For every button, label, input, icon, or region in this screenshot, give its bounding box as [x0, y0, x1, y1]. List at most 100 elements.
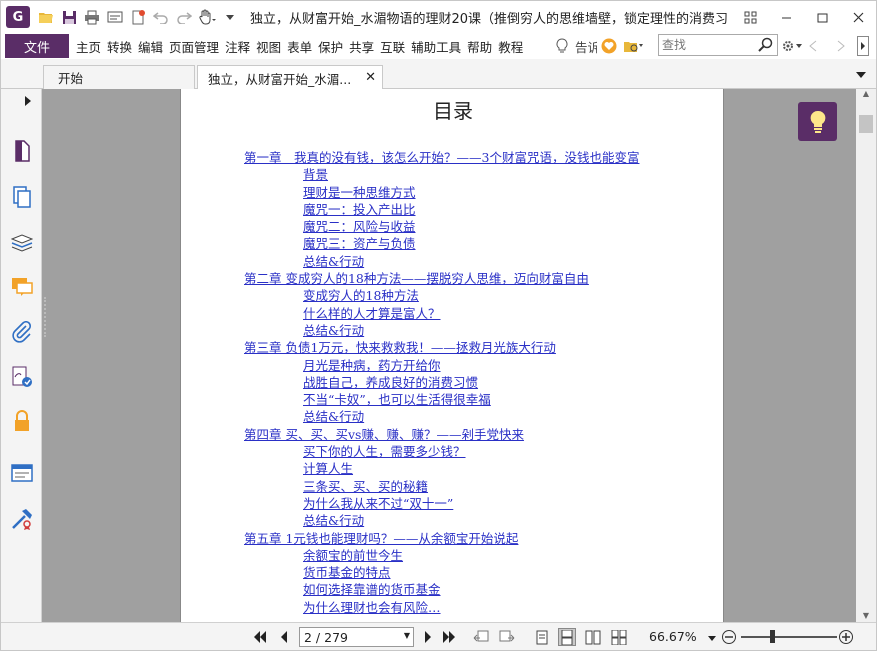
menu-form[interactable]: 表单 — [284, 37, 315, 56]
tab-document[interactable]: 独立，从财富开始_水湄... ✕ — [197, 65, 383, 90]
single-page-view-icon[interactable] — [533, 628, 551, 646]
ribbon-scroll-right-icon[interactable] — [857, 36, 869, 56]
last-page-icon[interactable] — [441, 629, 457, 645]
search-field[interactable] — [658, 34, 778, 56]
tab-list-dropdown-icon[interactable] — [856, 68, 866, 82]
toc-section-link[interactable]: 背景 — [244, 166, 664, 183]
toc-section-link[interactable]: 变成穷人的18种方法 — [244, 287, 664, 304]
toc-chapter-link[interactable]: 第五章 1元钱也能理财吗？——从余额宝开始说起 — [244, 530, 664, 547]
toc-section-link[interactable]: 买下你的人生，需要多少钱？ — [244, 443, 664, 460]
toc-section-link[interactable]: 总结&行动 — [244, 253, 664, 270]
menu-share[interactable]: 共享 — [346, 37, 377, 56]
menu-edit[interactable]: 编辑 — [135, 37, 166, 56]
expand-panel-icon[interactable] — [25, 95, 31, 109]
zoom-level[interactable]: 66.67% — [649, 629, 697, 644]
attachments-icon[interactable] — [10, 320, 34, 344]
menu-comment[interactable]: 注释 — [222, 37, 253, 56]
zoom-in-icon[interactable] — [838, 629, 854, 648]
toc-section-link[interactable]: 余额宝的前世今生 — [244, 547, 664, 564]
menu-home[interactable]: 主页 — [73, 37, 104, 56]
ribbon-layout-icon[interactable] — [732, 1, 768, 33]
toc-section-link[interactable]: 战胜自己，养成良好的消费习惯 — [244, 374, 664, 391]
app-logo-icon[interactable]: G — [6, 6, 30, 28]
layers-icon[interactable] — [10, 231, 34, 255]
page-number-value[interactable]: 2 / 279 — [304, 630, 348, 645]
document-viewport[interactable]: 目录 第一章 我真的没有钱，该怎么开始？——3个财富咒语，没钱也能变富 背景 理财是… — [42, 89, 856, 622]
hand-tool-icon[interactable] — [197, 7, 217, 27]
next-view-icon[interactable] — [837, 40, 845, 52]
toc-section-link[interactable]: 计算人生 — [244, 460, 664, 477]
open-folder-icon[interactable] — [36, 7, 56, 27]
search-icon[interactable] — [758, 37, 774, 53]
zoom-dropdown-icon[interactable] — [708, 631, 716, 645]
first-page-icon[interactable] — [252, 629, 268, 645]
toc-section-link[interactable]: 理财是一种思维方式 — [244, 184, 664, 201]
toc-section-link[interactable]: 什么样的人才算是富人？ — [244, 305, 664, 322]
toc-section-link[interactable]: 三条买、买、买的秘籍 — [244, 478, 664, 495]
continuous-facing-view-icon[interactable] — [610, 628, 628, 646]
tips-lightbulb-button[interactable] — [798, 102, 837, 141]
signatures-icon[interactable] — [10, 365, 34, 389]
tell-me-label[interactable]: 告诉 — [575, 37, 597, 56]
menu-accessibility[interactable]: 辅助工具 — [408, 37, 464, 56]
new-document-icon[interactable] — [128, 7, 148, 27]
file-menu-button[interactable]: 文件 — [5, 34, 69, 58]
toc-section-link[interactable]: 货币基金的特点 — [244, 564, 664, 581]
toc-section-link[interactable]: 魔咒三：资产与负债 — [244, 235, 664, 252]
comments-icon[interactable] — [10, 275, 34, 299]
toc-section-link[interactable]: 月光是种病，药方开给你 — [244, 357, 664, 374]
certificate-tools-icon[interactable] — [10, 507, 34, 531]
previous-view-nav-icon[interactable] — [473, 629, 489, 645]
toc-section-link[interactable]: 总结&行动 — [244, 512, 664, 529]
toc-section-link[interactable]: 魔咒二：风险与收益 — [244, 218, 664, 235]
minimize-button[interactable] — [768, 1, 804, 33]
save-icon[interactable] — [59, 7, 79, 27]
page-dropdown-icon[interactable]: ▼ — [404, 631, 410, 640]
menu-protect[interactable]: 保护 — [315, 37, 346, 56]
page-number-field[interactable]: 2 / 279 ▼ — [299, 627, 414, 647]
previous-view-icon[interactable] — [809, 40, 817, 52]
toc-section-link[interactable]: 总结&行动 — [244, 408, 664, 425]
lightbulb-icon[interactable] — [555, 38, 569, 54]
toc-chapter-link[interactable]: 第四章 买、买、买vs赚、赚、赚？——剁手党快来 — [244, 426, 664, 443]
print-icon[interactable] — [82, 7, 102, 27]
settings-gear-icon[interactable] — [781, 39, 803, 53]
toc-chapter-link[interactable]: 第二章 变成穷人的18种方法——摆脱穷人思维，迈向财富自由 — [244, 270, 664, 287]
search-input[interactable] — [662, 36, 758, 54]
menu-help[interactable]: 帮助 — [464, 37, 495, 56]
zoom-slider-knob[interactable] — [770, 630, 775, 643]
close-tab-icon[interactable]: ✕ — [365, 70, 376, 85]
feedback-heart-icon[interactable] — [601, 38, 617, 54]
toc-section-link[interactable]: 魔咒一：投入产出比 — [244, 201, 664, 218]
menu-tutorial[interactable]: 教程 — [495, 37, 526, 56]
vertical-scrollbar[interactable]: ▲ ▼ — [856, 89, 876, 622]
menu-connect[interactable]: 互联 — [377, 37, 408, 56]
toc-section-link[interactable]: 总结&行动 — [244, 322, 664, 339]
form-fields-icon[interactable] — [10, 461, 34, 485]
customize-toolbar-icon[interactable] — [220, 7, 240, 27]
zoom-out-icon[interactable] — [721, 629, 737, 648]
security-lock-icon[interactable] — [10, 409, 34, 433]
pages-panel-icon[interactable] — [10, 185, 34, 209]
zoom-slider-track[interactable] — [741, 636, 837, 638]
continuous-view-icon[interactable] — [558, 628, 576, 646]
toc-section-link[interactable]: 不当“卡奴”，也可以生活得很幸福 — [244, 391, 664, 408]
next-view-nav-icon[interactable] — [499, 629, 515, 645]
close-button[interactable] — [840, 1, 876, 33]
tab-start[interactable]: 开始 — [43, 65, 195, 89]
panel-resize-grip[interactable] — [44, 297, 46, 337]
toc-chapter-link[interactable]: 第三章 负债1万元，快来救救我！——拯救月光族大行动 — [244, 339, 664, 356]
scan-icon[interactable] — [105, 7, 125, 27]
maximize-button[interactable] — [804, 1, 840, 33]
toc-section-link[interactable]: 如何选择靠谱的货币基金 — [244, 581, 664, 598]
scrollbar-thumb[interactable] — [859, 115, 873, 133]
scroll-up-arrow-icon[interactable]: ▲ — [860, 88, 872, 98]
search-folder-icon[interactable] — [623, 39, 643, 53]
redo-icon[interactable] — [174, 7, 194, 27]
previous-page-icon[interactable] — [276, 629, 292, 645]
menu-organize[interactable]: 页面管理 — [166, 37, 222, 56]
toc-chapter-link[interactable]: 第一章 我真的没有钱，该怎么开始？——3个财富咒语，没钱也能变富 — [244, 149, 664, 166]
undo-icon[interactable] — [151, 7, 171, 27]
menu-convert[interactable]: 转换 — [104, 37, 135, 56]
toc-section-link[interactable]: 为什么我从来不过“双十一” — [244, 495, 664, 512]
